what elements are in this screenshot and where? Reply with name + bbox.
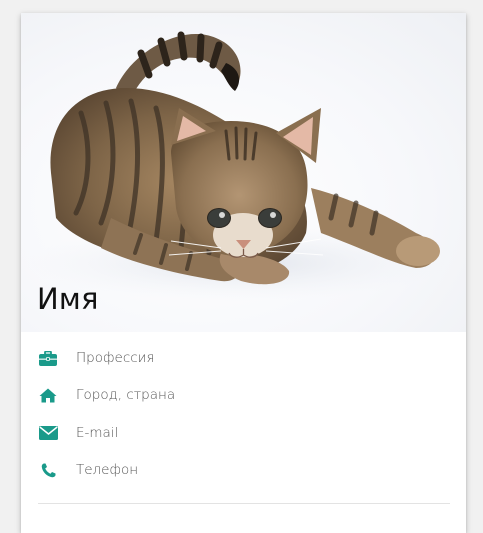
home-icon xyxy=(38,385,58,405)
envelope-icon xyxy=(38,423,58,443)
row-profession: Профессия xyxy=(38,345,438,371)
row-phone: Телефон xyxy=(38,457,438,483)
row-location: Город, страна xyxy=(38,382,438,408)
phone-icon xyxy=(38,460,58,480)
location-label: Город, страна xyxy=(76,387,176,403)
row-email: E-mail xyxy=(38,420,438,446)
briefcase-icon xyxy=(38,348,58,368)
phone-label: Телефон xyxy=(76,462,139,478)
profile-card: Имя Профессия Город, страна E-mail Телеф… xyxy=(21,13,466,533)
profile-name: Имя xyxy=(37,282,99,316)
profession-label: Профессия xyxy=(76,350,155,366)
divider xyxy=(38,503,450,504)
email-label: E-mail xyxy=(76,425,119,441)
profile-photo: Имя xyxy=(21,13,466,332)
